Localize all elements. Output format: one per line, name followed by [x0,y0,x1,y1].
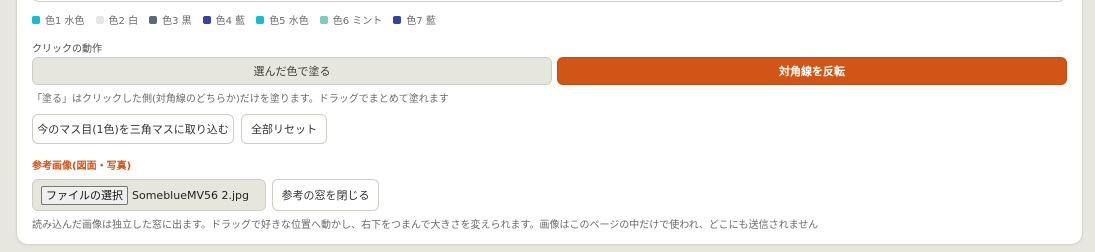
color-swatch [256,15,265,24]
click-action-label: クリックの動作 [32,44,102,55]
color-legend: 色1 水色 色2 白 色3 黒 色4 藍 色5 水色 色6 ミント 色7 藍 [32,12,447,27]
close-reference-window-button[interactable]: 参考の窓を閉じる [272,179,379,211]
choose-file-button[interactable]: ファイルの選択 [41,185,128,205]
reset-all-button[interactable]: 全部リセット [241,114,327,144]
legend-item-5: 色5 水色 [256,12,309,27]
color-swatch [149,15,158,24]
legend-item-1: 色1 水色 [32,12,85,27]
color-swatch [319,15,328,24]
legend-label: 色5 水色 [269,16,309,27]
flip-diagonal-button[interactable]: 対角線を反転 [557,57,1067,85]
legend-label: 色1 水色 [45,16,85,27]
color-swatch [393,15,402,24]
selected-file-name: SomeblueMV56 2.jpg [132,188,249,202]
click-action-hint: 「塗る」はクリックした側(対角線のどちらか)だけを塗ります。ドラッグでまとめて塗… [32,94,449,105]
legend-label: 色3 黒 [162,16,192,27]
reference-image-title: 参考画像(図面・写真) [32,161,132,172]
import-to-triangle-button[interactable]: 今のマス目(1色)を三角マスに取り込む [32,114,234,144]
reference-hint: 読み込んだ画像は独立した窓に出ます。ドラッグで好きな位置へ動かし、右下をつまんで… [32,220,819,231]
legend-item-2: 色2 白 [95,12,139,27]
paint-mode-button[interactable]: 選んだ色で塗る [32,57,552,85]
legend-item-3: 色3 黒 [149,12,192,27]
color-swatch [202,15,211,24]
top-input-field[interactable] [31,0,1066,2]
legend-label: 色4 藍 [215,16,246,27]
legend-item-7: 色7 藍 [393,12,436,27]
color-swatch [95,15,104,24]
legend-item-4: 色4 藍 [202,12,246,27]
legend-label: 色2 白 [108,16,139,27]
reference-file-input: ファイルの選択 SomeblueMV56 2.jpg [32,179,266,211]
legend-label: 色6 ミント [332,16,383,27]
legend-item-6: 色6 ミント [319,12,383,27]
color-swatch [32,15,40,24]
legend-label: 色7 藍 [406,16,436,27]
